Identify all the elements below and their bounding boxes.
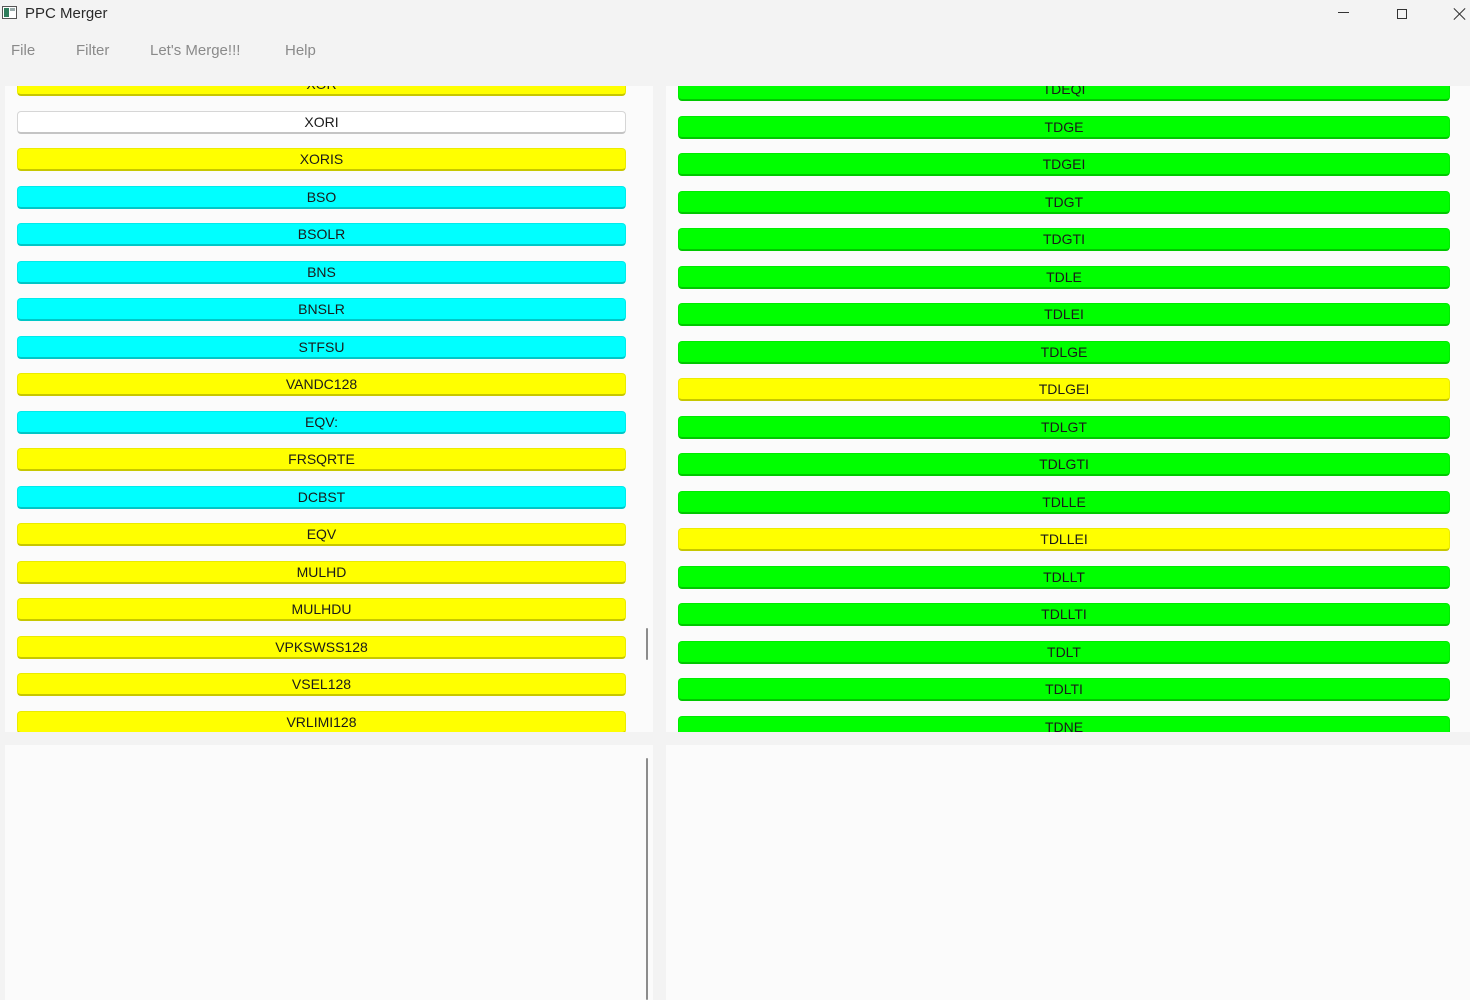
menu-file[interactable]: File: [11, 42, 35, 59]
list-item[interactable]: TDGE: [678, 115, 1450, 139]
list-item[interactable]: TDLLE: [678, 490, 1450, 514]
list-item[interactable]: VANDC128: [17, 373, 626, 396]
list-item[interactable]: BNS: [17, 260, 626, 284]
minimize-button[interactable]: [1320, 0, 1366, 28]
app-icon: [2, 6, 17, 19]
window-title: PPC Merger: [25, 5, 108, 22]
list-item[interactable]: TDGT: [678, 190, 1450, 214]
list-item[interactable]: TDLLTI: [678, 603, 1450, 626]
list-item[interactable]: MULHDU: [17, 598, 626, 621]
list-item[interactable]: TDLGEI: [678, 378, 1450, 401]
maximize-icon: [1397, 9, 1407, 19]
minimize-icon: [1337, 12, 1349, 13]
list-item[interactable]: VSEL128: [17, 673, 626, 696]
close-icon: [1453, 7, 1467, 21]
right-instruction-list-panel[interactable]: TDEQI TDGE TDGEI TDGT TDGTI TDLE TDLEI TDLGE TDL…: [666, 86, 1470, 732]
list-item[interactable]: EQV:: [17, 410, 626, 434]
list-item[interactable]: BSO: [17, 185, 626, 209]
list-item[interactable]: BSOLR: [17, 223, 626, 246]
list-item[interactable]: TDLGE: [678, 340, 1450, 364]
list-item[interactable]: FRSQRTE: [17, 448, 626, 471]
list-item[interactable]: TDLT: [678, 640, 1450, 664]
list-item[interactable]: TDLLT: [678, 565, 1450, 589]
menu-lets-merge[interactable]: Let's Merge!!!: [150, 42, 240, 59]
list-item[interactable]: TDGTI: [678, 228, 1450, 251]
list-item[interactable]: TDLLEI: [678, 528, 1450, 551]
menu-filter[interactable]: Filter: [76, 42, 109, 59]
list-item[interactable]: EQV: [17, 523, 626, 546]
list-item[interactable]: VRLIMI128: [17, 710, 626, 732]
list-item[interactable]: TDLE: [678, 265, 1450, 289]
list-item[interactable]: VPKSWSS128: [17, 635, 626, 659]
left-detail-panel[interactable]: [5, 745, 653, 1000]
close-button[interactable]: [1437, 0, 1470, 28]
list-item[interactable]: DCBST: [17, 485, 626, 509]
maximize-button[interactable]: [1379, 0, 1425, 28]
left-list-scrollbar[interactable]: [646, 628, 648, 660]
list-item[interactable]: XORI: [17, 110, 626, 134]
list-item[interactable]: MULHD: [17, 560, 626, 584]
list-item[interactable]: TDLGT: [678, 415, 1450, 439]
menu-bar: File Filter Let's Merge!!! Help: [0, 36, 1470, 66]
menu-help[interactable]: Help: [285, 42, 316, 59]
right-detail-panel[interactable]: [666, 745, 1470, 1000]
list-item[interactable]: TDLGTI: [678, 453, 1450, 476]
list-item[interactable]: STFSU: [17, 335, 626, 359]
list-item[interactable]: TDEQI: [678, 86, 1450, 101]
left-detail-scrollbar[interactable]: [646, 758, 648, 1000]
list-item[interactable]: TDNE: [678, 715, 1450, 732]
list-item[interactable]: TDLEI: [678, 303, 1450, 326]
list-item[interactable]: XOR: [17, 86, 626, 96]
list-item[interactable]: TDGEI: [678, 153, 1450, 176]
left-instruction-list-panel[interactable]: XOR XORI XORIS BSO BSOLR BNS BNSLR STFSU VANDC12…: [5, 86, 653, 732]
title-bar: PPC Merger: [0, 0, 1470, 28]
list-item[interactable]: BNSLR: [17, 298, 626, 321]
list-item[interactable]: TDLTI: [678, 678, 1450, 701]
list-item[interactable]: XORIS: [17, 148, 626, 171]
